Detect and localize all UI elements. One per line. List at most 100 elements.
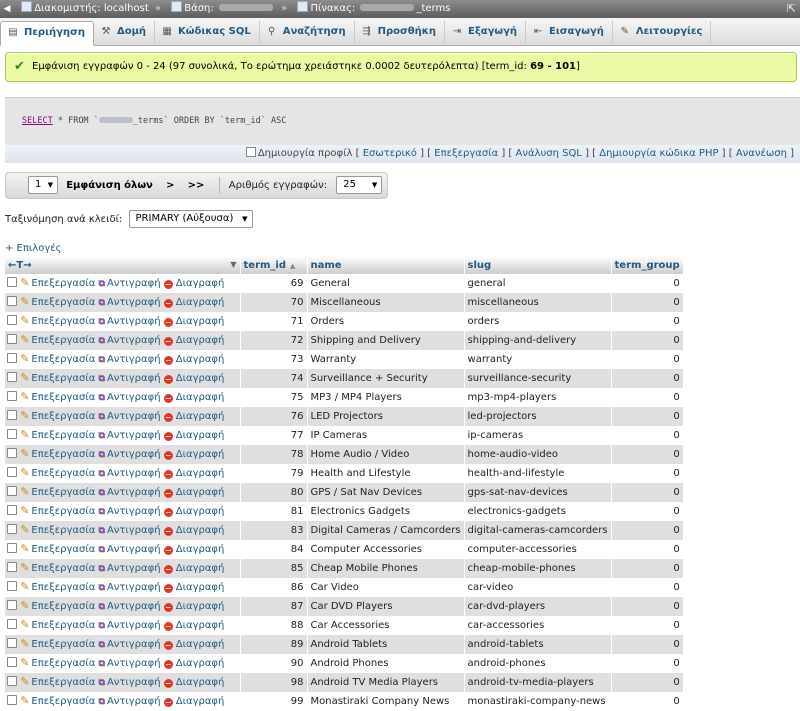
cell-term-id[interactable]: 86 [240, 578, 308, 597]
delete-row-link[interactable]: Διαγραφή [176, 430, 225, 441]
copy-row-link[interactable]: Αντιγραφή [107, 335, 161, 346]
copy-icon[interactable]: ⧉ [99, 564, 105, 574]
cell-slug[interactable]: digital-cameras-camcorders [464, 521, 612, 540]
cell-term-group[interactable]: 0 [611, 616, 684, 635]
edit-row-link[interactable]: Επεξεργασία [31, 696, 95, 707]
delete-row-link[interactable]: Διαγραφή [176, 544, 225, 555]
delete-row-link[interactable]: Διαγραφή [176, 278, 225, 289]
delete-row-link[interactable]: Διαγραφή [176, 297, 225, 308]
copy-row-link[interactable]: Αντιγραφή [107, 392, 161, 403]
cell-name[interactable]: Orders [307, 312, 465, 331]
cell-name[interactable]: Warranty [307, 350, 465, 369]
cell-term-id[interactable]: 76 [240, 407, 308, 426]
row-checkbox[interactable] [7, 467, 17, 477]
cell-name[interactable]: General [307, 274, 465, 293]
cell-term-group[interactable]: 0 [611, 274, 684, 293]
cell-name[interactable]: Health and Lifestyle [307, 464, 465, 483]
copy-icon[interactable]: ⧉ [99, 317, 105, 327]
delete-row-link[interactable]: Διαγραφή [176, 639, 225, 650]
cell-term-group[interactable]: 0 [611, 673, 684, 692]
pencil-icon[interactable]: ✎ [20, 485, 29, 498]
delete-icon[interactable]: − [163, 318, 173, 327]
delete-row-link[interactable]: Διαγραφή [176, 506, 225, 517]
column-header-slug[interactable]: slug [464, 256, 612, 274]
show-all-button[interactable]: Εμφάνιση όλων [66, 180, 153, 191]
cell-slug[interactable]: gps-sat-nav-devices [464, 483, 612, 502]
copy-row-link[interactable]: Αντιγραφή [107, 278, 161, 289]
copy-icon[interactable]: ⧉ [99, 336, 105, 346]
row-checkbox[interactable] [7, 505, 17, 515]
column-arrows-header[interactable]: ←T→ ▼ [5, 256, 241, 274]
pencil-icon[interactable]: ✎ [20, 333, 29, 346]
cell-name[interactable]: Computer Accessories [307, 540, 465, 559]
tab-structure[interactable]: ⚒ Δομή [94, 21, 156, 43]
cell-slug[interactable]: android-tablets [464, 635, 612, 654]
cell-name[interactable]: Surveillance + Security [307, 369, 465, 388]
delete-icon[interactable]: − [163, 565, 173, 574]
cell-slug[interactable]: miscellaneous [464, 293, 612, 312]
edit-row-link[interactable]: Επεξεργασία [31, 354, 95, 365]
delete-icon[interactable]: − [163, 432, 173, 441]
delete-icon[interactable]: − [163, 299, 173, 308]
cell-term-id[interactable]: 71 [240, 312, 308, 331]
edit-row-link[interactable]: Επεξεργασία [31, 677, 95, 688]
copy-icon[interactable]: ⧉ [99, 488, 105, 498]
delete-icon[interactable]: − [163, 451, 173, 460]
cell-term-id[interactable]: 69 [240, 274, 308, 293]
edit-row-link[interactable]: Επεξεργασία [31, 563, 95, 574]
copy-icon[interactable]: ⧉ [99, 697, 105, 707]
pencil-icon[interactable]: ✎ [20, 675, 29, 688]
row-checkbox[interactable] [7, 315, 17, 325]
explain-sql-link[interactable]: Ανάλυση SQL [516, 148, 582, 159]
edit-row-link[interactable]: Επεξεργασία [31, 392, 95, 403]
cell-term-id[interactable]: 89 [240, 635, 308, 654]
copy-icon[interactable]: ⧉ [99, 450, 105, 460]
cell-term-id[interactable]: 83 [240, 521, 308, 540]
cell-term-id[interactable]: 98 [240, 673, 308, 692]
row-checkbox[interactable] [7, 486, 17, 496]
copy-icon[interactable]: ⧉ [99, 374, 105, 384]
edit-row-link[interactable]: Επεξεργασία [31, 639, 95, 650]
delete-row-link[interactable]: Διαγραφή [176, 582, 225, 593]
copy-row-link[interactable]: Αντιγραφή [107, 582, 161, 593]
row-checkbox[interactable] [7, 334, 17, 344]
back-arrow-icon[interactable]: ◀ [0, 0, 14, 18]
cell-slug[interactable]: car-dvd-players [464, 597, 612, 616]
cell-term-group[interactable]: 0 [611, 521, 684, 540]
cell-term-id[interactable]: 78 [240, 445, 308, 464]
edit-row-link[interactable]: Επεξεργασία [31, 373, 95, 384]
pencil-icon[interactable]: ✎ [20, 409, 29, 422]
tab-operations[interactable]: ✎ Λειτουργίες [613, 21, 712, 43]
page-select[interactable]: 1 ▼ [28, 176, 58, 194]
copy-row-link[interactable]: Αντιγραφή [107, 544, 161, 555]
row-checkbox[interactable] [7, 524, 17, 534]
delete-row-link[interactable]: Διαγραφή [176, 373, 225, 384]
cell-term-group[interactable]: 0 [611, 578, 684, 597]
cell-slug[interactable]: car-video [464, 578, 612, 597]
inline-edit-link[interactable]: Εσωτερικό [363, 148, 417, 159]
delete-row-link[interactable]: Διαγραφή [176, 525, 225, 536]
delete-icon[interactable]: − [163, 679, 173, 688]
row-checkbox[interactable] [7, 619, 17, 629]
cell-term-id[interactable]: 85 [240, 559, 308, 578]
edit-row-link[interactable]: Επεξεργασία [31, 487, 95, 498]
copy-row-link[interactable]: Αντιγραφή [107, 468, 161, 479]
cell-term-group[interactable]: 0 [611, 293, 684, 312]
copy-icon[interactable]: ⧉ [99, 279, 105, 289]
pencil-icon[interactable]: ✎ [20, 542, 29, 555]
pencil-icon[interactable]: ✎ [20, 428, 29, 441]
edit-row-link[interactable]: Επεξεργασία [31, 278, 95, 289]
pencil-icon[interactable]: ✎ [20, 371, 29, 384]
cell-term-id[interactable]: 74 [240, 369, 308, 388]
row-checkbox[interactable] [7, 296, 17, 306]
pencil-icon[interactable]: ✎ [20, 618, 29, 631]
pencil-icon[interactable]: ✎ [20, 352, 29, 365]
copy-icon[interactable]: ⧉ [99, 507, 105, 517]
cell-slug[interactable]: mp3-mp4-players [464, 388, 612, 407]
cell-term-id[interactable]: 72 [240, 331, 308, 350]
pencil-icon[interactable]: ✎ [20, 390, 29, 403]
cell-term-group[interactable]: 0 [611, 331, 684, 350]
pencil-icon[interactable]: ✎ [20, 466, 29, 479]
cell-term-group[interactable]: 0 [611, 654, 684, 673]
row-checkbox[interactable] [7, 562, 17, 572]
